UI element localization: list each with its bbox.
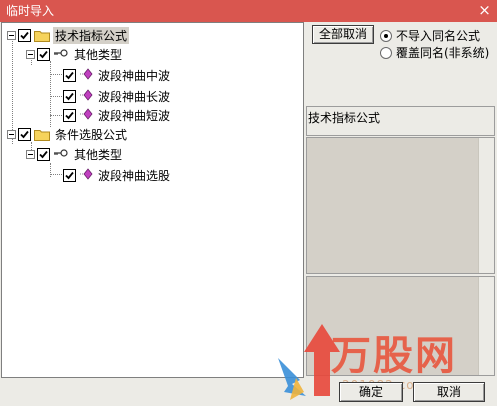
tree-connector	[50, 174, 62, 175]
checkmark-icon	[39, 50, 48, 58]
radio-button[interactable]	[380, 29, 392, 42]
folder-icon	[34, 128, 50, 141]
checkmark-icon	[20, 130, 29, 138]
tree-item-label: 波段神曲长波	[98, 89, 171, 104]
parameter-scrollbar[interactable]	[478, 277, 494, 375]
title-bar: 临时导入 ×	[0, 0, 497, 22]
checkmark-icon	[65, 92, 74, 100]
item-checkbox[interactable]	[63, 89, 76, 103]
tree-node-group[interactable]: 条件选股公式	[7, 125, 129, 143]
category-checkbox[interactable]	[37, 147, 50, 161]
description-panel[interactable]	[306, 137, 495, 274]
collapse-toggle[interactable]	[7, 30, 16, 40]
tree-connector	[50, 115, 62, 116]
checkmark-icon	[65, 171, 74, 179]
radio-button[interactable]	[380, 46, 392, 59]
collapse-toggle[interactable]	[26, 49, 35, 59]
tree-node-category[interactable]: 其他类型	[26, 145, 124, 163]
radio-label: 不导入同名公式	[396, 29, 481, 43]
formula-type-box: 技术指标公式	[306, 106, 495, 136]
checkmark-icon	[39, 150, 48, 158]
tree-item-label: 波段神曲中波	[98, 68, 171, 83]
formula-diamond-icon	[79, 107, 93, 123]
tree-item[interactable]: 波段神曲短波	[63, 106, 172, 124]
checkmark-icon	[20, 31, 29, 39]
collapse-toggle[interactable]	[7, 129, 16, 139]
formula-diamond-icon	[79, 67, 93, 83]
tree-label-category: 其他类型	[74, 147, 123, 162]
checkmark-icon	[65, 71, 74, 79]
close-button[interactable]: ×	[476, 2, 493, 19]
formula-diamond-icon	[79, 88, 93, 104]
radio-label: 覆盖同名(非系统)	[396, 46, 490, 60]
item-checkbox[interactable]	[63, 108, 76, 122]
tree-item[interactable]: 波段神曲中波	[63, 66, 172, 84]
item-checkbox[interactable]	[63, 168, 76, 182]
tree-label-condition: 条件选股公式	[55, 127, 128, 142]
collapse-toggle[interactable]	[26, 149, 35, 159]
tree-node-category[interactable]: 其他类型	[26, 45, 124, 63]
window-title: 临时导入	[6, 4, 55, 18]
category-checkbox[interactable]	[37, 47, 50, 61]
folder-icon	[34, 29, 50, 42]
formula-tree[interactable]: 技术指标公式 其他类型 波段神曲中波 波段神曲长波 波段神曲短波 条件选股公式 …	[1, 22, 304, 378]
description-scrollbar[interactable]	[478, 138, 494, 273]
radio-no-import[interactable]: 不导入同名公式	[380, 27, 480, 44]
tree-label-category: 其他类型	[74, 47, 123, 62]
tree-connector	[50, 96, 62, 97]
parameter-panel[interactable]	[306, 276, 495, 376]
tree-item-label: 波段神曲选股	[98, 168, 171, 183]
cancel-all-button[interactable]: 全部取消	[312, 25, 374, 44]
ok-button[interactable]: 确定	[339, 382, 403, 402]
tree-connector	[50, 61, 51, 127]
group-checkbox[interactable]	[18, 28, 31, 42]
tree-node-group[interactable]: 技术指标公式	[7, 26, 130, 44]
cancel-button[interactable]: 取消	[413, 382, 485, 402]
tree-item[interactable]: 波段神曲选股	[63, 166, 172, 184]
item-checkbox[interactable]	[63, 68, 76, 82]
tree-label-technical: 技术指标公式	[53, 26, 130, 44]
group-checkbox[interactable]	[18, 127, 31, 141]
tree-item-label: 波段神曲短波	[98, 108, 171, 123]
radio-overwrite[interactable]: 覆盖同名(非系统)	[380, 44, 489, 61]
formula-type-label: 技术指标公式	[308, 111, 381, 125]
key-icon	[53, 147, 69, 161]
checkmark-icon	[65, 111, 74, 119]
formula-diamond-icon	[79, 167, 93, 183]
tree-item[interactable]: 波段神曲长波	[63, 87, 172, 105]
key-icon	[53, 47, 69, 61]
tree-connector	[50, 74, 62, 75]
